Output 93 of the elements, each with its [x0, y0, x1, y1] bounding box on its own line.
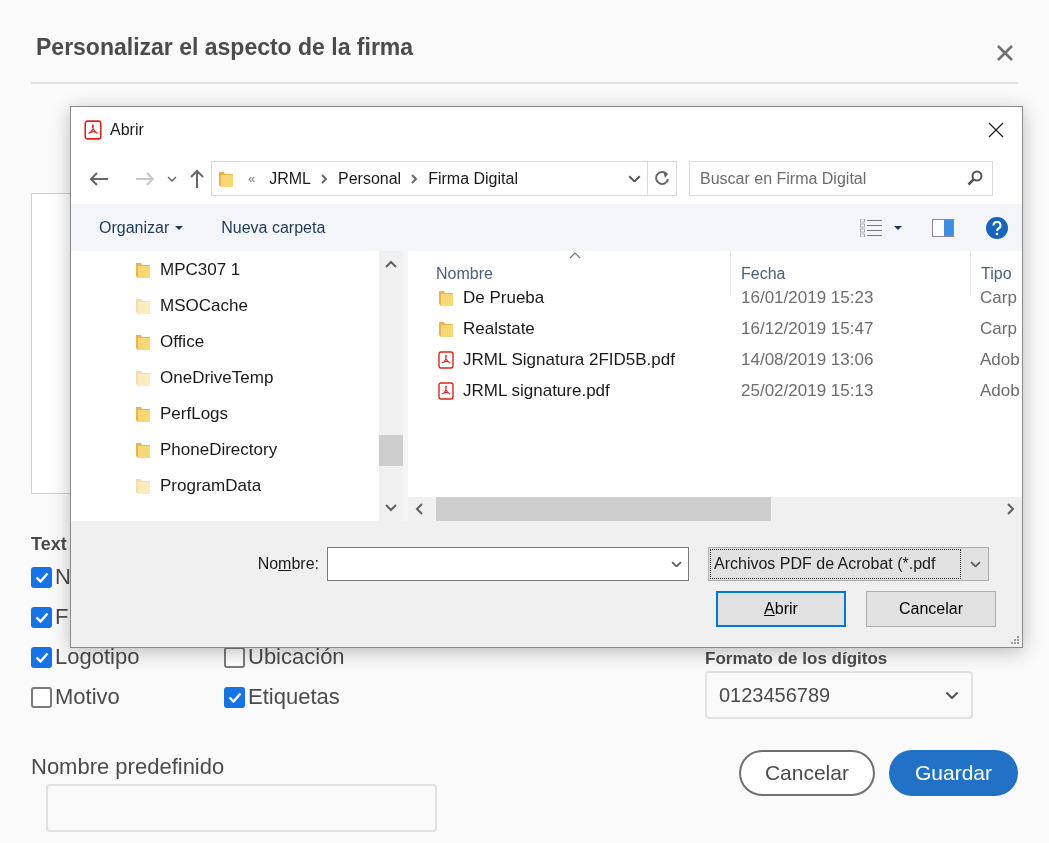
scrollbar-thumb[interactable] — [436, 497, 771, 521]
folder-icon — [135, 261, 151, 279]
section-heading: Text — [31, 533, 68, 556]
checkbox-label: Etiquetas — [248, 684, 340, 710]
sort-caret-icon — [569, 252, 581, 259]
scroll-down-icon[interactable] — [385, 504, 397, 512]
checkbox-label: Motivo — [55, 684, 120, 710]
caret-icon — [894, 225, 902, 230]
file-date: 14/08/2019 13:06 — [740, 348, 875, 371]
breadcrumb-item[interactable]: Firma Digital — [428, 169, 518, 188]
file-date: 25/02/2019 15:13 — [740, 379, 875, 402]
chevron-down-icon — [627, 174, 641, 183]
vertical-scrollbar[interactable] — [379, 251, 403, 521]
file-type: Adob — [979, 348, 1021, 371]
folder-icon — [438, 288, 454, 307]
folder-icon — [135, 333, 151, 351]
breadcrumb-overflow[interactable]: « — [248, 171, 256, 186]
chevron-down-icon — [945, 690, 959, 700]
toolbar-button[interactable]: Nueva carpeta — [221, 218, 326, 237]
folder-icon — [438, 319, 454, 338]
close-icon[interactable] — [988, 122, 1004, 138]
checkbox[interactable] — [31, 646, 52, 668]
checkbox[interactable] — [224, 686, 245, 708]
field-label: Nombre: — [256, 555, 320, 573]
file-type: Carp — [979, 286, 1018, 309]
cancel-button[interactable]: Cancelar — [866, 591, 996, 627]
cancel-button[interactable]: Cancelar — [738, 750, 875, 796]
file-name-field[interactable] — [327, 547, 689, 581]
dialog-title: Personalizar el aspecto de la firma — [36, 34, 414, 61]
file-type: Adob — [979, 379, 1021, 402]
open-button[interactable]: Abrir — [716, 591, 846, 627]
folder-tree-item[interactable]: PerfLogs — [71, 396, 379, 432]
search-field[interactable]: Buscar en Firma Digital — [689, 161, 993, 196]
input-field[interactable] — [46, 784, 437, 832]
refresh-icon[interactable] — [654, 170, 670, 187]
field-label: Nombre predefinido — [31, 754, 226, 780]
search-icon — [967, 170, 983, 186]
preview-pane-icon[interactable] — [932, 218, 954, 237]
resize-grip-icon[interactable] — [1010, 635, 1020, 645]
horizontal-scrollbar[interactable] — [408, 497, 1022, 521]
checkbox[interactable] — [31, 686, 52, 708]
file-type: Carp — [979, 317, 1018, 340]
checkbox[interactable] — [31, 606, 52, 628]
window-title: Abrir — [110, 121, 144, 139]
help-icon[interactable] — [986, 216, 1008, 239]
file-date: 16/12/2019 15:47 — [740, 317, 875, 340]
folder-icon — [218, 169, 234, 188]
scrollbar-thumb[interactable] — [379, 435, 403, 466]
recent-locations-icon — [167, 175, 177, 182]
scroll-up-icon[interactable] — [385, 260, 397, 268]
back-arrow-icon[interactable] — [89, 170, 109, 187]
chevron-right-icon — [411, 173, 419, 184]
checkbox-label: F — [55, 604, 69, 630]
checkbox-label: N — [55, 564, 71, 590]
caret-icon — [175, 225, 184, 230]
checkmark-icon — [34, 651, 49, 663]
view-list-icon[interactable] — [860, 218, 882, 237]
folder-tree-item[interactable]: ProgramData — [71, 468, 379, 504]
toolbar-button[interactable]: Organizar — [99, 218, 184, 237]
folder-tree-item[interactable]: MSOCache — [71, 288, 379, 324]
checkbox-label: Logotipo — [55, 644, 140, 670]
pdf-file-icon — [438, 350, 454, 369]
breadcrumb-item[interactable]: Personal — [338, 169, 402, 188]
address-bar[interactable]: « JRML Personal Firma Digital — [211, 161, 677, 196]
chevron-down-icon — [969, 560, 981, 568]
checkbox[interactable] — [224, 646, 245, 668]
folder-icon — [135, 477, 151, 495]
file-name[interactable]: JRML Signatura 2FID5B.pdf — [408, 344, 731, 375]
folder-tree-item[interactable]: Office — [71, 324, 379, 360]
folder-tree-item[interactable]: MPC307 1 — [71, 252, 379, 288]
digits-format-select[interactable]: 0123456789 — [705, 671, 973, 719]
pdf-file-icon — [84, 120, 102, 140]
chevron-down-icon — [671, 560, 682, 568]
file-name[interactable]: JRML signature.pdf — [408, 375, 731, 406]
save-button[interactable]: Guardar — [888, 750, 1018, 796]
breadcrumb-item[interactable]: JRML — [269, 169, 311, 188]
checkmark-icon — [34, 611, 49, 623]
folder-tree-item[interactable]: PhoneDirectory — [71, 432, 379, 468]
file-type-select[interactable]: Archivos PDF de Acrobat (*.pdf — [708, 547, 989, 581]
checkmark-icon — [227, 691, 242, 703]
file-name[interactable]: Realstate — [408, 313, 731, 344]
pdf-file-icon — [438, 381, 454, 400]
folder-icon — [135, 297, 151, 315]
folder-icon — [135, 441, 151, 459]
checkmark-icon — [34, 571, 49, 583]
field-label: Formato de los dígitos — [705, 649, 889, 669]
checkbox[interactable] — [31, 566, 52, 588]
folder-tree-item[interactable]: OneDriveTemp — [71, 360, 379, 396]
folder-icon — [135, 369, 151, 387]
up-arrow-icon[interactable] — [189, 168, 205, 189]
checkbox-label: Ubicación — [248, 644, 345, 670]
chevron-right-icon — [321, 173, 328, 184]
folder-icon — [135, 405, 151, 423]
